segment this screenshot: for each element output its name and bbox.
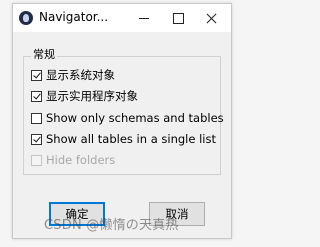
option-show-only-schemas-and-tables[interactable]: Show only schemas and tables: [31, 110, 224, 126]
option-show-system-objects[interactable]: 显示系统对象: [31, 67, 115, 83]
minimize-button[interactable]: [127, 4, 161, 32]
checkbox-show-only-schemas-and-tables[interactable]: [31, 112, 42, 124]
option-label: Show only schemas and tables: [46, 111, 224, 125]
window-title: Navigator...: [39, 10, 109, 24]
close-icon: [206, 10, 218, 26]
option-hide-folders: Hide folders: [31, 152, 115, 168]
option-show-utility-objects[interactable]: 显示实用程序对象: [31, 88, 138, 104]
option-label: 显示实用程序对象: [46, 89, 138, 103]
checkbox-show-utility-objects[interactable]: [31, 90, 42, 102]
option-label: 显示系统对象: [46, 68, 115, 82]
minimize-icon: [139, 18, 149, 19]
app-icon: [19, 11, 33, 25]
maximize-button[interactable]: [161, 4, 195, 32]
option-show-all-tables-single-list[interactable]: Show all tables in a single list: [31, 131, 216, 147]
option-label: Show all tables in a single list: [46, 132, 216, 146]
checkbox-show-system-objects[interactable]: [31, 69, 42, 81]
checkbox-hide-folders: [31, 154, 42, 166]
maximize-icon: [173, 13, 184, 24]
close-button[interactable]: [195, 4, 229, 32]
navigator-dialog: Navigator... 常规 显示系统对象 显示实用程序对象 Show onl…: [12, 3, 232, 239]
watermark: CSDN @懒惰の天真热: [44, 218, 179, 233]
option-label: Hide folders: [46, 153, 116, 167]
checkbox-show-all-tables-single-list[interactable]: [31, 133, 42, 145]
title-bar[interactable]: Navigator...: [13, 4, 231, 32]
group-label: 常规: [31, 48, 57, 62]
